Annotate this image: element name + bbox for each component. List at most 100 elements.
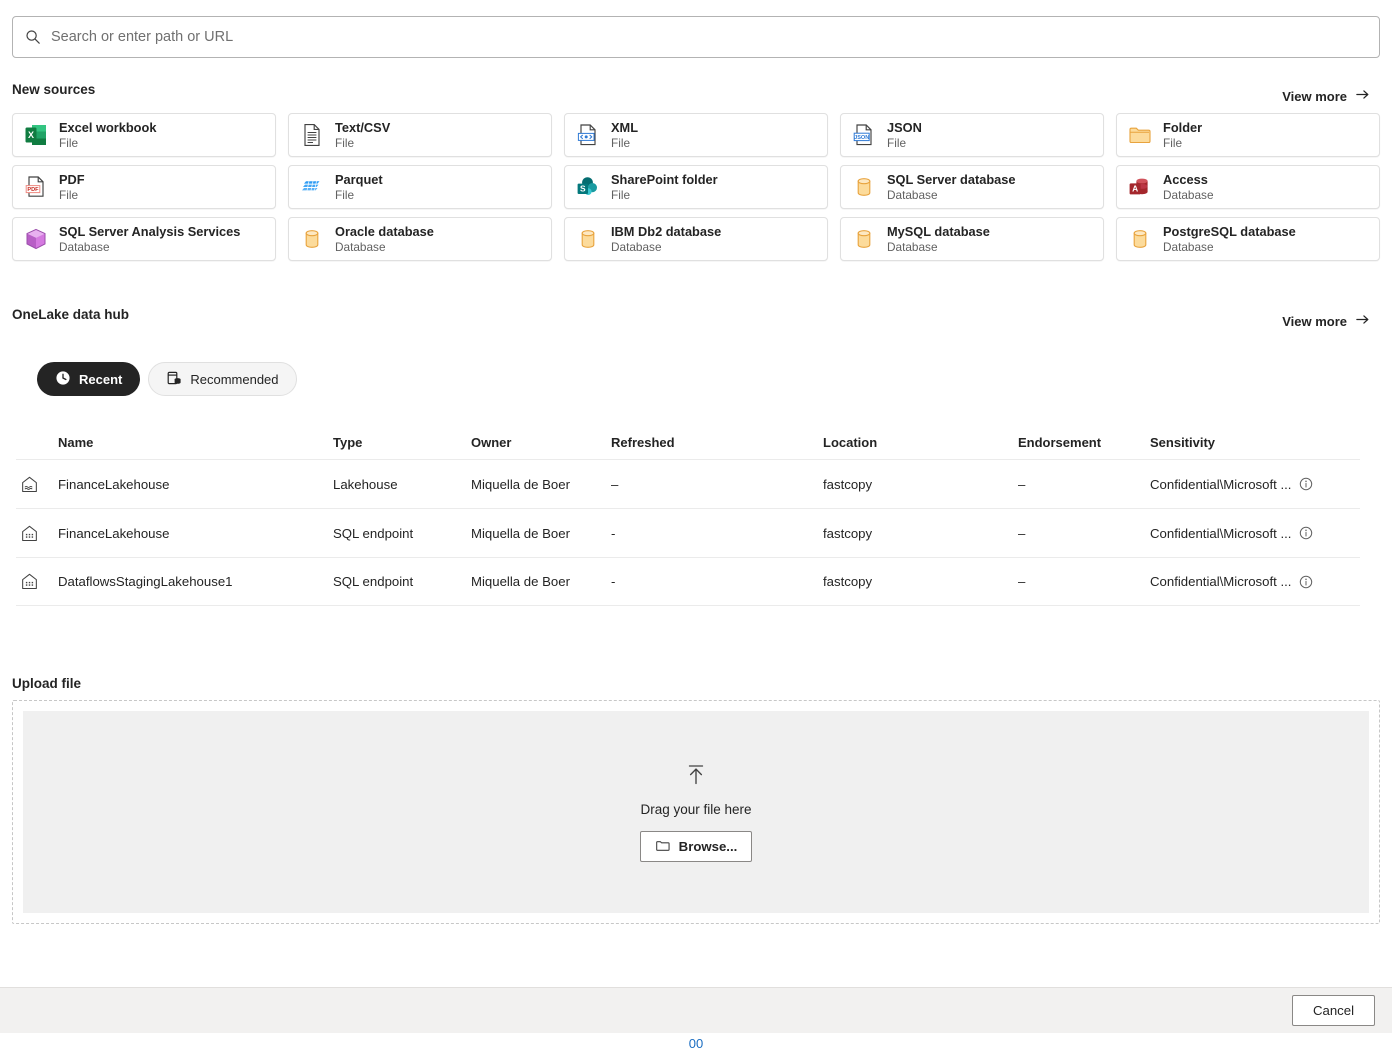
svg-text:A: A — [1132, 184, 1138, 194]
database-icon — [575, 226, 601, 252]
source-card-mysql-database[interactable]: MySQL database Database — [840, 217, 1104, 261]
column-header-name[interactable]: Name — [58, 435, 333, 450]
tab-recommended-label: Recommended — [190, 372, 278, 387]
json-icon: JSON — [851, 122, 877, 148]
cell-owner: Miquella de Boer — [471, 574, 611, 589]
cell-owner: Miquella de Boer — [471, 477, 611, 492]
source-card-label: MySQL database — [887, 224, 990, 240]
source-card-label: Oracle database — [335, 224, 434, 240]
cell-refreshed: – — [611, 477, 823, 492]
cell-refreshed: - — [611, 574, 823, 589]
browse-button[interactable]: Browse... — [640, 831, 753, 862]
source-card-label: XML — [611, 120, 638, 136]
onelake-tabs: Recent Recommended — [37, 362, 297, 396]
cell-sensitivity-value: Confidential\Microsoft ... — [1150, 526, 1291, 541]
text-csv-icon — [299, 122, 325, 148]
cell-sensitivity: Confidential\Microsoft ... — [1150, 477, 1360, 492]
folder-icon — [655, 838, 670, 856]
xml-icon — [575, 122, 601, 148]
cell-sensitivity: Confidential\Microsoft ... — [1150, 574, 1360, 589]
source-card-sql-server-analysis-services[interactable]: SQL Server Analysis Services Database — [12, 217, 276, 261]
arrow-right-icon — [1355, 87, 1370, 105]
onelake-view-more-label: View more — [1282, 314, 1347, 329]
column-header-endorsement[interactable]: Endorsement — [1018, 435, 1150, 450]
cell-type: SQL endpoint — [333, 526, 471, 541]
source-card-sql-server-database[interactable]: SQL Server database Database — [840, 165, 1104, 209]
svg-text:JSON: JSON — [854, 135, 869, 141]
sql-endpoint-icon — [16, 572, 58, 591]
table-row[interactable]: FinanceLakehouse SQL endpoint Miquella d… — [16, 508, 1360, 557]
database-icon — [851, 174, 877, 200]
source-card-pdf[interactable]: PDF PDF File — [12, 165, 276, 209]
info-icon[interactable] — [1299, 575, 1313, 589]
source-card-label: Access — [1163, 172, 1214, 188]
svg-text:PDF: PDF — [27, 187, 39, 193]
cell-sensitivity: Confidential\Microsoft ... — [1150, 526, 1360, 541]
source-card-excel-workbook[interactable]: X Excel workbook File — [12, 113, 276, 157]
cell-endorsement: – — [1018, 574, 1150, 589]
column-header-refreshed[interactable]: Refreshed — [611, 435, 823, 450]
source-card-sub: File — [335, 188, 383, 202]
file-dropzone[interactable]: Drag your file here Browse... — [12, 700, 1380, 924]
source-card-access[interactable]: A Access Database — [1116, 165, 1380, 209]
cell-refreshed: - — [611, 526, 823, 541]
source-card-folder[interactable]: Folder File — [1116, 113, 1380, 157]
cancel-button[interactable]: Cancel — [1292, 995, 1375, 1026]
drag-file-text: Drag your file here — [640, 802, 751, 817]
sources-row-2: PDF PDF File — [12, 165, 1380, 209]
tab-recent[interactable]: Recent — [37, 362, 140, 396]
lakehouse-icon — [16, 475, 58, 494]
source-card-label: Excel workbook — [59, 120, 156, 136]
dialog-footer: Cancel — [0, 987, 1392, 1033]
table-header-row: Name Type Owner Refreshed Location Endor… — [16, 425, 1360, 459]
new-sources-view-more-label: View more — [1282, 89, 1347, 104]
onelake-title: OneLake data hub — [12, 307, 129, 322]
arrow-right-icon — [1355, 312, 1370, 330]
source-card-sub: Database — [1163, 188, 1214, 202]
table-row[interactable]: DataflowsStagingLakehouse1 SQL endpoint … — [16, 557, 1360, 606]
source-card-sub: File — [611, 136, 638, 150]
sources-row-3: SQL Server Analysis Services Database Or… — [12, 217, 1380, 261]
cell-location: fastcopy — [823, 477, 1018, 492]
database-icon — [299, 226, 325, 252]
source-card-ibm-db2-database[interactable]: IBM Db2 database Database — [564, 217, 828, 261]
new-sources-grid: X Excel workbook File — [12, 113, 1380, 269]
column-header-type[interactable]: Type — [333, 435, 471, 450]
tab-recommended[interactable]: Recommended — [148, 362, 296, 396]
source-card-sub: Database — [1163, 240, 1296, 254]
search-input-placeholder[interactable]: Search or enter path or URL — [51, 29, 233, 45]
source-card-parquet[interactable]: Parquet File — [288, 165, 552, 209]
source-card-sub: Database — [335, 240, 434, 254]
parquet-icon — [299, 174, 325, 200]
column-header-sensitivity[interactable]: Sensitivity — [1150, 435, 1360, 450]
browse-button-label: Browse... — [679, 839, 738, 854]
onelake-view-more[interactable]: View more — [1282, 312, 1370, 330]
source-card-label: PDF — [59, 172, 85, 188]
source-card-label: IBM Db2 database — [611, 224, 721, 240]
source-card-sharepoint-folder[interactable]: S SharePoint folder File — [564, 165, 828, 209]
source-card-label: SQL Server database — [887, 172, 1016, 188]
source-card-label: Text/CSV — [335, 120, 390, 136]
source-card-json[interactable]: JSON JSON File — [840, 113, 1104, 157]
column-header-location[interactable]: Location — [823, 435, 1018, 450]
cell-name: FinanceLakehouse — [58, 477, 333, 492]
source-card-label: Folder — [1163, 120, 1202, 136]
search-bar[interactable]: Search or enter path or URL — [12, 16, 1380, 58]
source-card-sub: File — [887, 136, 922, 150]
source-card-sub: Database — [611, 240, 721, 254]
page-marker: 00 — [0, 1036, 1392, 1051]
source-card-text-csv[interactable]: Text/CSV File — [288, 113, 552, 157]
source-card-postgresql-database[interactable]: PostgreSQL database Database — [1116, 217, 1380, 261]
info-icon[interactable] — [1299, 526, 1313, 540]
table-row[interactable]: FinanceLakehouse Lakehouse Miquella de B… — [16, 459, 1360, 508]
source-card-oracle-database[interactable]: Oracle database Database — [288, 217, 552, 261]
cell-sensitivity-value: Confidential\Microsoft ... — [1150, 574, 1291, 589]
source-card-xml[interactable]: XML File — [564, 113, 828, 157]
new-sources-view-more[interactable]: View more — [1282, 87, 1370, 105]
info-icon[interactable] — [1299, 477, 1313, 491]
source-card-label: Parquet — [335, 172, 383, 188]
cell-endorsement: – — [1018, 526, 1150, 541]
dropzone-inner: Drag your file here Browse... — [23, 711, 1369, 913]
column-header-owner[interactable]: Owner — [471, 435, 611, 450]
folder-icon — [1127, 122, 1153, 148]
